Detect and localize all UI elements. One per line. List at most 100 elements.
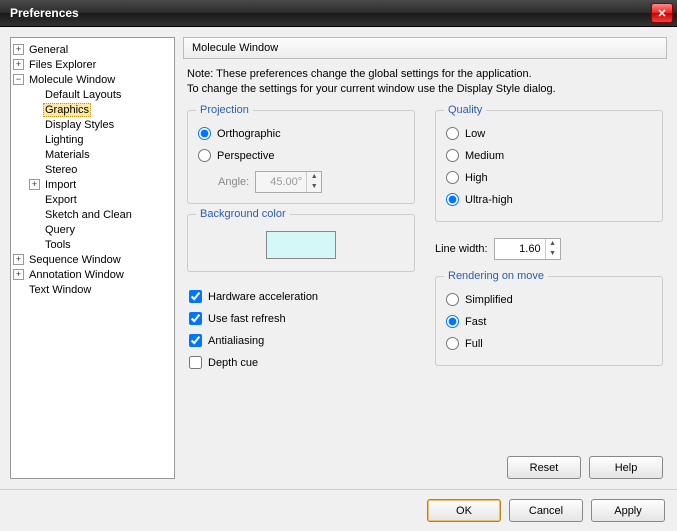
- radio-high[interactable]: High: [446, 167, 652, 189]
- tree-item-label: Text Window: [27, 284, 93, 296]
- check-hw-accel[interactable]: Hardware acceleration: [189, 286, 413, 308]
- apply-button[interactable]: Apply: [591, 499, 665, 522]
- radio-label: Low: [465, 128, 485, 140]
- window-title: Preferences: [10, 6, 79, 20]
- radio-label: High: [465, 172, 488, 184]
- linewidth-input[interactable]: [495, 239, 545, 259]
- spinner-arrows[interactable]: ▲▼: [545, 239, 560, 259]
- radio-input[interactable]: [446, 171, 459, 184]
- tree-item[interactable]: +Annotation Window: [13, 267, 172, 282]
- linewidth-spinner[interactable]: ▲▼: [494, 238, 561, 260]
- linewidth-row: Line width: ▲▼: [435, 238, 663, 260]
- tree-item[interactable]: Graphics: [13, 102, 172, 117]
- tree-expand-icon[interactable]: +: [13, 254, 24, 265]
- right-column: Quality Low Medium High Ultra-high Line …: [435, 110, 663, 374]
- dialog-footer: OK Cancel Apply: [0, 489, 677, 531]
- radio-input[interactable]: [446, 127, 459, 140]
- tree-expand-icon[interactable]: +: [13, 59, 24, 70]
- checkbox-input[interactable]: [189, 312, 202, 325]
- radio-input[interactable]: [446, 193, 459, 206]
- radio-simplified[interactable]: Simplified: [446, 289, 652, 311]
- radio-input[interactable]: [446, 315, 459, 328]
- tree-item-label: General: [27, 44, 70, 56]
- note-line: To change the settings for your current …: [187, 82, 663, 97]
- chevron-down-icon[interactable]: ▼: [546, 249, 560, 259]
- tree-item-label: Molecule Window: [27, 74, 117, 86]
- radio-input[interactable]: [198, 127, 211, 140]
- bgcolor-swatch[interactable]: [266, 231, 336, 259]
- tree-item[interactable]: Query: [13, 222, 172, 237]
- ok-button[interactable]: OK: [427, 499, 501, 522]
- help-button[interactable]: Help: [589, 456, 663, 479]
- bgcolor-group: Background color: [187, 214, 415, 272]
- tree-item[interactable]: −Molecule Window: [13, 72, 172, 87]
- main-panel: Molecule Window Note: These preferences …: [183, 37, 667, 479]
- group-title: Projection: [196, 104, 253, 116]
- check-depth-cue[interactable]: Depth cue: [189, 352, 413, 374]
- radio-low[interactable]: Low: [446, 123, 652, 145]
- check-antialias[interactable]: Antialiasing: [189, 330, 413, 352]
- tree-item-label: Tools: [43, 239, 73, 251]
- render-move-group: Rendering on move Simplified Fast Full: [435, 276, 663, 366]
- tree-item[interactable]: Export: [13, 192, 172, 207]
- check-label: Use fast refresh: [208, 313, 286, 325]
- radio-fast[interactable]: Fast: [446, 311, 652, 333]
- tree-item[interactable]: +Import: [13, 177, 172, 192]
- reset-button[interactable]: Reset: [507, 456, 581, 479]
- radio-label: Medium: [465, 150, 504, 162]
- checkbox-input[interactable]: [189, 334, 202, 347]
- group-title: Rendering on move: [444, 270, 548, 282]
- radio-label: Perspective: [217, 150, 274, 162]
- panel-buttons: Reset Help: [183, 446, 667, 479]
- tree-expand-icon[interactable]: +: [13, 269, 24, 280]
- tree-item[interactable]: Lighting: [13, 132, 172, 147]
- tree-item[interactable]: Tools: [13, 237, 172, 252]
- tree-collapse-icon[interactable]: −: [13, 74, 24, 85]
- chevron-up-icon[interactable]: ▲: [546, 239, 560, 249]
- radio-full[interactable]: Full: [446, 333, 652, 355]
- cancel-button[interactable]: Cancel: [509, 499, 583, 522]
- radio-label: Simplified: [465, 294, 513, 306]
- radio-label: Full: [465, 338, 483, 350]
- tree-item[interactable]: +General: [13, 42, 172, 57]
- angle-row: Angle: ▲▼: [218, 171, 404, 193]
- nav-tree[interactable]: +General+Files Explorer−Molecule WindowD…: [10, 37, 175, 479]
- tree-item[interactable]: Text Window: [13, 282, 172, 297]
- radio-label: Ultra-high: [465, 194, 513, 206]
- close-button[interactable]: ✕: [651, 3, 673, 23]
- checkbox-input[interactable]: [189, 356, 202, 369]
- content-area: +General+Files Explorer−Molecule WindowD…: [0, 27, 677, 489]
- radio-ultra[interactable]: Ultra-high: [446, 189, 652, 211]
- tree-item-label: Import: [43, 179, 78, 191]
- check-options: Hardware acceleration Use fast refresh A…: [187, 282, 415, 374]
- preferences-window: Preferences ✕ +General+Files Explorer−Mo…: [0, 0, 677, 530]
- check-fast-refresh[interactable]: Use fast refresh: [189, 308, 413, 330]
- tree-item[interactable]: Display Styles: [13, 117, 172, 132]
- tree-item-label: Materials: [43, 149, 92, 161]
- panel-note: Note: These preferences change the globa…: [183, 65, 667, 104]
- tree-item[interactable]: Stereo: [13, 162, 172, 177]
- group-title: Quality: [444, 104, 486, 116]
- tree-item[interactable]: Materials: [13, 147, 172, 162]
- radio-medium[interactable]: Medium: [446, 145, 652, 167]
- tree-item-label: Lighting: [43, 134, 86, 146]
- tree-item[interactable]: +Files Explorer: [13, 57, 172, 72]
- tree-item[interactable]: +Sequence Window: [13, 252, 172, 267]
- tree-item[interactable]: Default Layouts: [13, 87, 172, 102]
- tree-item-label: Default Layouts: [43, 89, 123, 101]
- tree-expand-icon[interactable]: +: [29, 179, 40, 190]
- radio-input[interactable]: [446, 293, 459, 306]
- group-title: Background color: [196, 208, 290, 220]
- radio-perspective[interactable]: Perspective: [198, 145, 404, 167]
- radio-label: Orthographic: [217, 128, 281, 140]
- angle-input: [256, 172, 306, 192]
- spinner-arrows: ▲▼: [306, 172, 321, 192]
- tree-expand-icon[interactable]: +: [13, 44, 24, 55]
- titlebar: Preferences ✕: [0, 0, 677, 27]
- radio-orthographic[interactable]: Orthographic: [198, 123, 404, 145]
- radio-input[interactable]: [446, 337, 459, 350]
- checkbox-input[interactable]: [189, 290, 202, 303]
- radio-input[interactable]: [198, 149, 211, 162]
- radio-input[interactable]: [446, 149, 459, 162]
- tree-item[interactable]: Sketch and Clean: [13, 207, 172, 222]
